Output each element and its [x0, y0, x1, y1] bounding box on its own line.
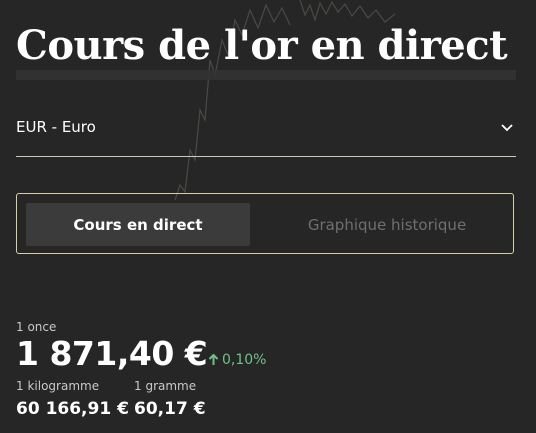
chevron-down-icon [501, 124, 513, 132]
ounce-unit-label: 1 once [16, 320, 57, 334]
ounce-price: 1 871,40 € [16, 334, 208, 373]
price-change: 0,10% [208, 352, 266, 368]
currency-select-value: EUR - Euro [16, 118, 96, 136]
tab-live-price[interactable]: Cours en direct [26, 203, 250, 246]
tab-historical-chart[interactable]: Graphique historique [275, 203, 499, 246]
price-change-value: 0,10% [222, 352, 267, 368]
kilogram-price: 60 166,91 € [16, 399, 129, 419]
arrow-up-icon [208, 354, 219, 365]
gram-price: 60,17 € [134, 399, 206, 419]
gram-unit-label: 1 gramme [134, 379, 197, 393]
kilogram-unit-label: 1 kilogramme [16, 379, 100, 393]
view-tabs: Cours en direct Graphique historique [16, 193, 514, 254]
page-title: Cours de l'or en direct [16, 22, 508, 69]
currency-select[interactable]: EUR - Euro [16, 110, 516, 157]
